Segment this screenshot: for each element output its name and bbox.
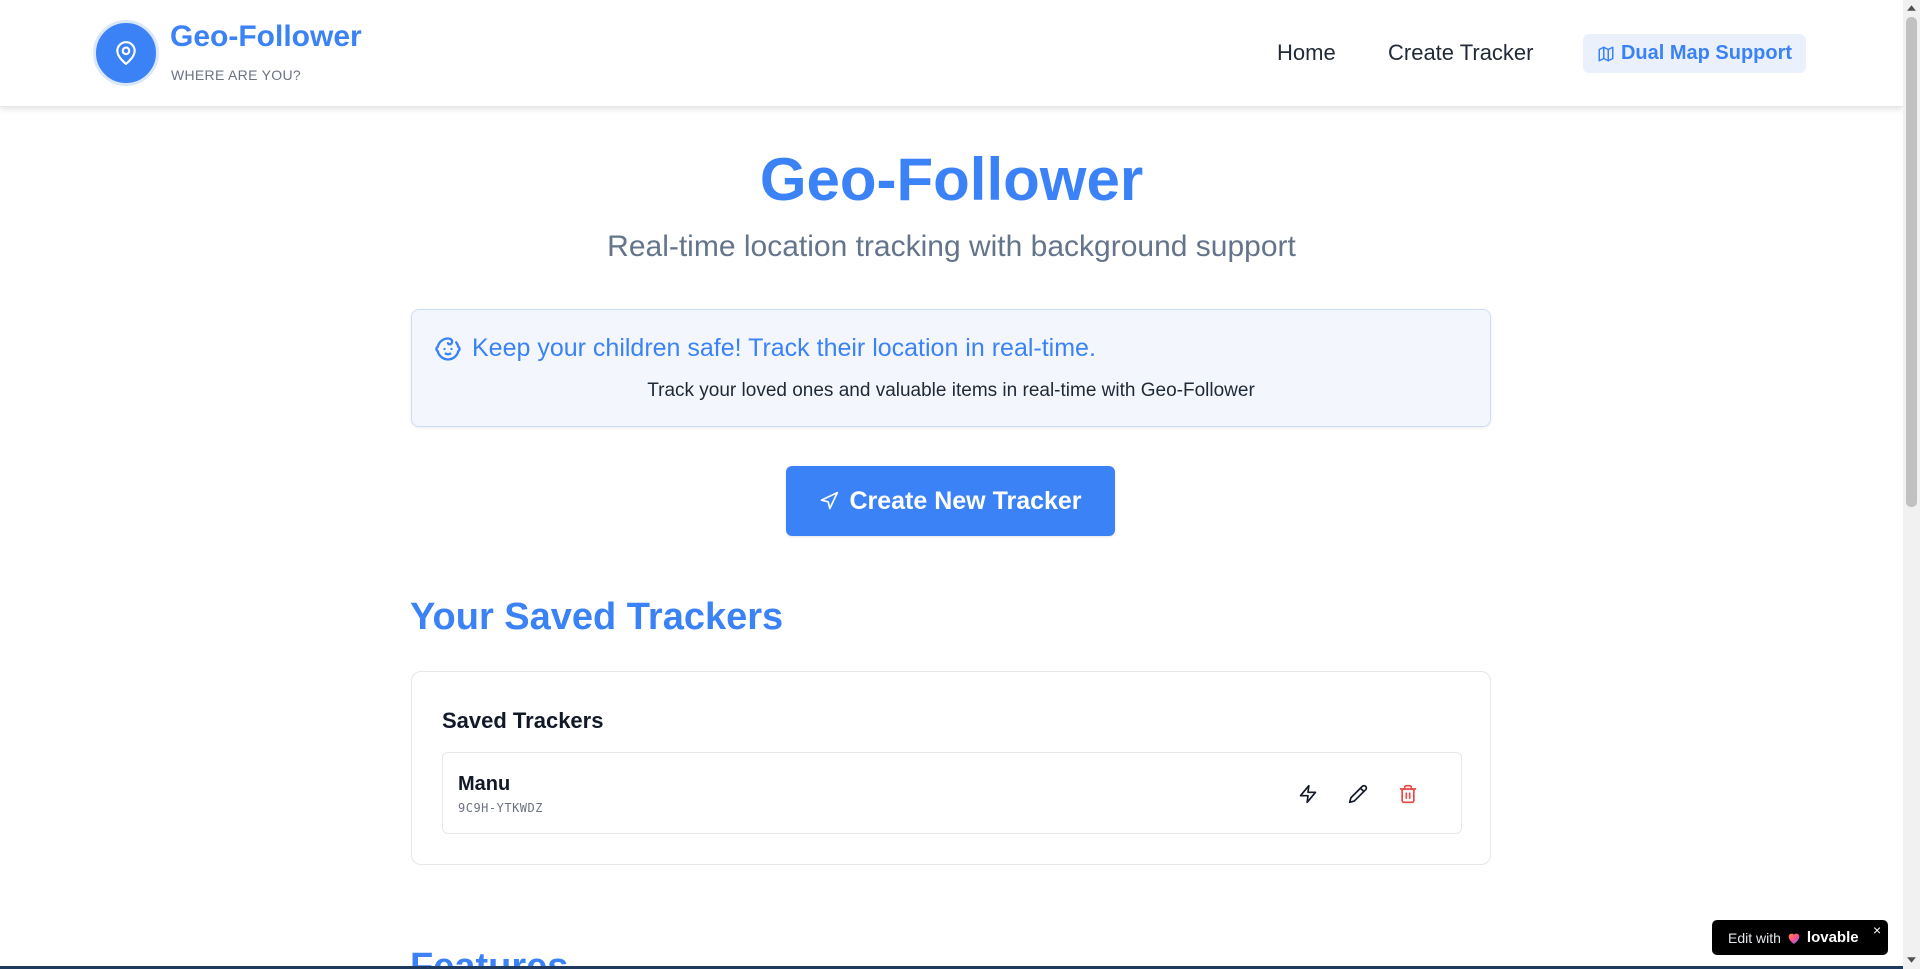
zap-icon: [1299, 784, 1317, 804]
track-button[interactable]: [1293, 779, 1323, 809]
delete-button[interactable]: [1393, 779, 1423, 809]
tracker-row[interactable]: Manu 9C9H-YTKWDZ: [442, 752, 1462, 834]
baby-face-icon: [435, 337, 461, 361]
info-headline: Keep your children safe! Track their loc…: [472, 334, 1096, 362]
scroll-up-arrow-icon[interactable]: [1906, 3, 1917, 14]
dual-map-support-button[interactable]: Dual Map Support: [1583, 34, 1806, 73]
tracker-name: Manu: [458, 773, 511, 795]
dual-map-support-label: Dual Map Support: [1620, 42, 1793, 64]
nav-home-link[interactable]: Home: [1277, 40, 1336, 66]
nav-create-tracker-link[interactable]: Create Tracker: [1388, 40, 1534, 66]
info-banner: Keep your children safe! Track their loc…: [411, 309, 1491, 427]
brand-name[interactable]: Geo-Follower: [170, 20, 362, 54]
pencil-icon: [1348, 784, 1368, 804]
edit-with-label: Edit with: [1728, 929, 1781, 946]
scrollbar-thumb[interactable]: [1906, 17, 1917, 507]
edit-with-lovable-badge[interactable]: Edit with lovable: [1712, 920, 1888, 955]
map-pin-icon: [116, 41, 136, 65]
info-text: Track your loved ones and valuable items…: [647, 380, 1255, 401]
page-title: Geo-Follower: [759, 146, 1144, 213]
scroll-down-arrow-icon[interactable]: [1906, 954, 1917, 965]
lovable-brand: lovable: [1806, 929, 1859, 946]
saved-trackers-heading: Your Saved Trackers: [410, 596, 784, 638]
page-subtitle: Real-time location tracking with backgro…: [607, 230, 1296, 263]
trash-icon: [1399, 784, 1417, 804]
card-title: Saved Trackers: [442, 708, 604, 733]
saved-trackers-card: Saved Trackers Manu 9C9H-YTKWDZ: [411, 671, 1491, 865]
logo[interactable]: [93, 20, 159, 86]
top-navbar: Geo-Follower WHERE ARE YOU? Home Create …: [0, 0, 1903, 107]
brand-tagline: WHERE ARE YOU?: [171, 67, 301, 83]
close-icon[interactable]: ×: [1873, 922, 1881, 938]
edit-button[interactable]: [1343, 779, 1373, 809]
heart-icon: [1788, 933, 1800, 944]
navigation-arrow-icon: [821, 491, 839, 510]
tracker-code: 9C9H-YTKWDZ: [458, 801, 543, 815]
map-icon: [1598, 46, 1614, 61]
create-new-tracker-label: Create New Tracker: [849, 486, 1082, 515]
create-new-tracker-button[interactable]: Create New Tracker: [786, 466, 1115, 536]
